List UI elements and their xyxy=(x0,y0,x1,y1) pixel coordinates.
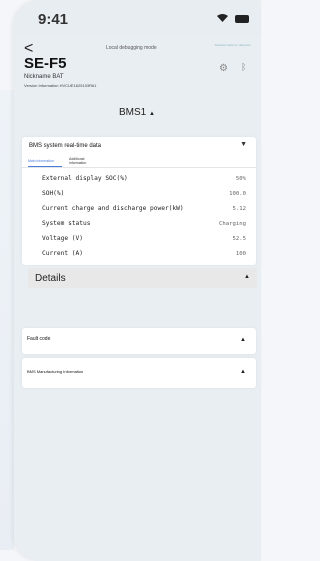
mode-title: Local debugging mode xyxy=(106,45,157,51)
details-toggle[interactable]: Details ▲ xyxy=(28,268,257,288)
row-value-soh: 100.0 xyxy=(229,191,246,197)
bluetooth-icon[interactable]: ᛒ xyxy=(241,62,246,72)
bms-selector[interactable]: BMS1 ▲ xyxy=(119,107,155,118)
chevron-down-icon[interactable]: ▼ xyxy=(240,141,247,148)
tab-main-information[interactable]: Main information xyxy=(28,159,54,163)
manufacturing-info-title: BMS Manufacturing Information xyxy=(27,369,84,374)
wifi-icon xyxy=(216,13,231,25)
version-info: Version Information HVCUE1625103R61 xyxy=(24,83,97,88)
row-value-soc: 50% xyxy=(235,176,246,182)
row-label-soc: External display SOC(%) xyxy=(42,175,128,182)
row-value-status: Charging xyxy=(219,221,246,227)
chevron-up-icon: ▲ xyxy=(149,111,155,117)
row-label-current: Current (A) xyxy=(42,250,83,257)
phone-screen: 9:41 < Local debugging mode Selected sta… xyxy=(14,0,261,561)
fault-code-title: Fault code xyxy=(27,336,51,342)
status-bar: 9:41 xyxy=(14,0,261,36)
row-label-soh: SOH(%) xyxy=(42,190,65,197)
row-label-status: System status xyxy=(42,220,91,227)
chevron-up-icon: ▲ xyxy=(240,337,246,343)
row-value-power: 5.12 xyxy=(232,206,246,212)
gear-icon[interactable]: ⚙ xyxy=(219,63,228,74)
tab-additional-information[interactable]: Additional information xyxy=(69,157,93,165)
details-label: Details xyxy=(35,273,66,284)
row-label-power: Current charge and discharge power(kW) xyxy=(42,205,184,212)
bms-selector-value: BMS1 xyxy=(119,107,147,118)
chevron-up-icon: ▲ xyxy=(240,369,246,375)
row-value-voltage: 52.5 xyxy=(232,236,246,242)
battery-icon xyxy=(235,15,249,24)
status-time: 9:41 xyxy=(38,11,69,28)
device-name: SE-F5 xyxy=(24,55,67,72)
background-band xyxy=(0,90,14,550)
mode-badge: Selected state for detection xyxy=(214,43,251,47)
chevron-up-icon: ▲ xyxy=(244,274,250,280)
realtime-data-card: BMS system real-time data ▼ Main informa… xyxy=(22,137,256,265)
row-value-current: 100 xyxy=(235,251,246,257)
manufacturing-info-card[interactable]: BMS Manufacturing Information ▲ xyxy=(22,358,256,388)
status-icons xyxy=(216,13,249,25)
row-label-voltage: Voltage (V) xyxy=(42,235,83,242)
nickname: Nickname BAT xyxy=(24,74,64,80)
realtime-title: BMS system real-time data xyxy=(29,143,102,149)
fault-code-card[interactable]: Fault code ▲ xyxy=(22,328,256,354)
tab-divider xyxy=(22,167,256,168)
